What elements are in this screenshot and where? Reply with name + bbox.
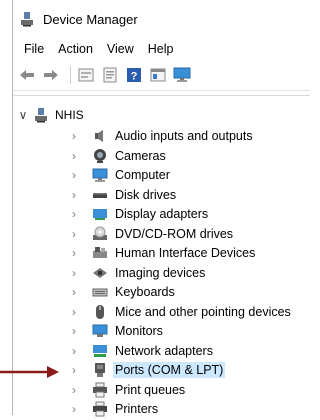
tree-item-label: Disk drives: [115, 187, 177, 202]
network-icon: [92, 343, 108, 359]
keyboard-icon: [92, 284, 108, 300]
tree-item[interactable]: › DVD/CD-ROM drives: [13, 224, 310, 244]
title-bar: Device Manager: [13, 0, 310, 38]
properties-icon[interactable]: [76, 65, 96, 85]
menu-help[interactable]: Help: [141, 40, 181, 58]
tree-root-node[interactable]: ∨ NHIS: [17, 106, 84, 124]
tree-item[interactable]: › Printers: [13, 399, 310, 419]
monitor-icon: [92, 323, 108, 339]
chevron-right-icon[interactable]: ›: [69, 283, 79, 301]
disk-drive-icon: [92, 187, 108, 203]
imaging-icon: [92, 265, 108, 281]
chevron-right-icon[interactable]: ›: [69, 127, 79, 145]
menu-action[interactable]: Action: [51, 40, 100, 58]
window-title: Device Manager: [43, 11, 138, 27]
tree-item-label: Network adapters: [115, 343, 213, 358]
menu-bar: File Action View Help: [13, 38, 310, 60]
speaker-icon: [92, 128, 108, 144]
chevron-down-icon[interactable]: ∨: [17, 108, 29, 122]
monitor-scan-icon[interactable]: [172, 65, 192, 85]
device-manager-icon: [19, 11, 35, 27]
print-queue-icon: [92, 382, 108, 398]
svg-text:?: ?: [131, 71, 138, 83]
tree-item-label: Keyboards: [115, 285, 175, 299]
chevron-right-icon[interactable]: ›: [69, 166, 79, 184]
port-icon: [92, 362, 108, 378]
chevron-right-icon[interactable]: ›: [69, 205, 79, 223]
mouse-icon: [92, 304, 108, 320]
tree-item-label: Mice and other pointing devices: [115, 304, 291, 319]
toolbar: ?: [13, 60, 310, 91]
tree-item-label: Imaging devices: [115, 265, 206, 280]
update-driver-icon[interactable]: [100, 65, 120, 85]
chevron-right-icon[interactable]: ›: [69, 186, 79, 204]
forward-arrow-icon[interactable]: [41, 65, 61, 85]
computer-root-icon: [33, 107, 49, 123]
tree-item-label: Computer: [115, 168, 170, 182]
toolbar-separator: [70, 66, 71, 84]
chevron-right-icon[interactable]: ›: [69, 264, 79, 282]
chevron-right-icon[interactable]: ›: [69, 381, 79, 399]
chevron-right-icon[interactable]: ›: [69, 342, 79, 360]
view-icon[interactable]: [148, 65, 168, 85]
tree-item-label: Human Interface Devices: [115, 246, 256, 260]
tree-item[interactable]: › Audio inputs and outputs: [13, 126, 310, 146]
chevron-right-icon[interactable]: ›: [69, 361, 79, 379]
display-adapter-icon: [92, 206, 108, 222]
dvd-icon: [92, 226, 108, 242]
device-manager-window: Device Manager File Action View Help ? ∨…: [12, 0, 310, 417]
tree-item-label: Ports (COM & LPT): [113, 362, 226, 378]
tree-item[interactable]: › Display adapters: [13, 204, 310, 224]
chevron-right-icon[interactable]: ›: [69, 400, 79, 418]
pointer-arrow: [0, 366, 59, 378]
tree-item-label: Display adapters: [115, 207, 209, 221]
tree-item[interactable]: › Monitors: [13, 321, 310, 341]
tree-item-label: DVD/CD-ROM drives: [115, 226, 234, 241]
hid-icon: [92, 245, 108, 261]
tree-item[interactable]: › Cameras: [13, 146, 310, 166]
tree-item[interactable]: › Print queues: [13, 380, 310, 400]
tree-item[interactable]: › Disk drives: [13, 185, 310, 205]
chevron-right-icon[interactable]: ›: [69, 147, 79, 165]
tree-item-label: Print queues: [115, 382, 186, 397]
tree-item-label: Printers: [115, 402, 159, 416]
tree-item-label: Audio inputs and outputs: [115, 129, 253, 143]
menu-file[interactable]: File: [17, 40, 51, 58]
back-arrow-icon[interactable]: [17, 65, 37, 85]
tree-item[interactable]: › Imaging devices: [13, 263, 310, 283]
computer-icon: [92, 167, 108, 183]
chevron-right-icon[interactable]: ›: [69, 244, 79, 262]
tree-item[interactable]: › Network adapters: [13, 341, 310, 361]
chevron-right-icon[interactable]: ›: [69, 225, 79, 243]
tree-item[interactable]: › Keyboards: [13, 282, 310, 302]
help-icon[interactable]: ?: [124, 65, 144, 85]
tree-item-label: Cameras: [115, 148, 166, 163]
chevron-right-icon[interactable]: ›: [69, 303, 79, 321]
camera-icon: [92, 148, 108, 164]
tree-item[interactable]: › Mice and other pointing devices: [13, 302, 310, 322]
tree-item-label: Monitors: [115, 324, 163, 338]
tree-item[interactable]: › Human Interface Devices: [13, 243, 310, 263]
tree-root-label: NHIS: [55, 108, 84, 122]
chevron-right-icon[interactable]: ›: [69, 322, 79, 340]
tree-item[interactable]: › Computer: [13, 165, 310, 185]
menu-view[interactable]: View: [100, 40, 141, 58]
